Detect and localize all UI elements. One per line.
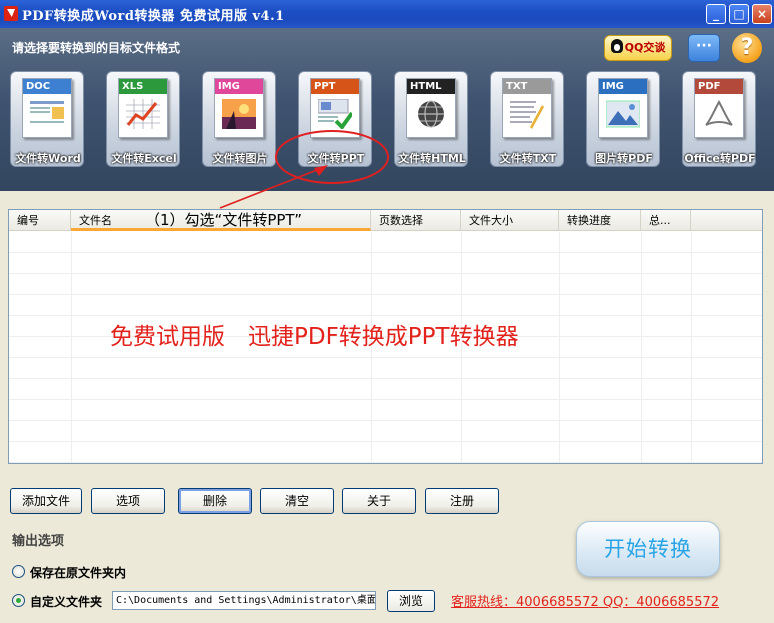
format-img-button[interactable]: IMG 文件转图片 (202, 71, 276, 167)
help-icon[interactable]: ? (732, 33, 762, 63)
html-file-icon: HTML (406, 78, 456, 138)
column-header-file-size[interactable]: 文件大小 (461, 210, 559, 231)
column-header-progress[interactable]: 转换进度 (559, 210, 641, 231)
close-button[interactable]: × (752, 4, 772, 24)
file-list-header: 编号 文件名 页数选择 文件大小 转换进度 总... (9, 210, 762, 231)
output-path-field[interactable]: C:\Documents and Settings\Administrator\… (112, 591, 376, 610)
format-office-to-pdf-caption: Office转PDF (684, 152, 756, 165)
format-doc-button[interactable]: DOC 文件转Word (10, 71, 84, 167)
start-convert-button[interactable]: 开始转换 (576, 521, 720, 577)
trial-watermark: 免费试用版 迅捷PDF转换成PPT转换器 (110, 324, 519, 350)
maximize-button[interactable]: □ (729, 4, 749, 24)
format-doc-caption: 文件转Word (15, 152, 81, 165)
title-bar: PDF转换成Word转换器 免费试用版 v4.1 _ □ × (0, 0, 774, 28)
format-html-caption: 文件转HTML (398, 152, 466, 165)
format-img-to-pdf-button[interactable]: IMG 图片转PDF (586, 71, 660, 167)
image-file-icon: IMG (598, 78, 648, 138)
annotation-text: （1）勾选“文件转PPT” (145, 211, 303, 229)
format-xls-caption: 文件转Excel (111, 152, 177, 165)
output-options-label: 输出选项 (12, 534, 65, 549)
delete-button[interactable]: 删除 (178, 488, 252, 514)
txt-file-icon: TXT (502, 78, 552, 138)
qq-chat-label: QQ交谈 (624, 41, 666, 54)
qq-chat-button[interactable]: QQ交谈 (604, 35, 672, 61)
add-files-button[interactable]: 添加文件 (10, 488, 82, 514)
radio-save-original-folder-label[interactable]: 保存在原文件夹内 (30, 564, 126, 581)
radio-save-original-folder[interactable] (12, 565, 25, 578)
format-prompt: 请选择要转换到的目标文件格式 (12, 41, 181, 55)
support-hotline-link[interactable]: 客服热线：4006685572 QQ：4006685572 (451, 591, 719, 610)
chat-bubble-icon[interactable]: ··· (688, 34, 720, 62)
format-panel: 请选择要转换到的目标文件格式 QQ交谈 ··· ? DOC 文件转Word XL… (0, 28, 774, 191)
column-header-total[interactable]: 总... (641, 210, 691, 231)
format-xls-button[interactable]: XLS 文件转Excel (106, 71, 180, 167)
penguin-icon (610, 39, 623, 53)
format-txt-button[interactable]: TXT 文件转TXT (490, 71, 564, 167)
app-icon (4, 6, 18, 21)
doc-file-icon: DOC (22, 78, 72, 138)
window-title: PDF转换成Word转换器 免费试用版 v4.1 (22, 9, 285, 24)
minimize-button[interactable]: _ (706, 4, 726, 24)
about-button[interactable]: 关于 (342, 488, 416, 514)
format-txt-caption: 文件转TXT (499, 152, 557, 165)
format-office-to-pdf-button[interactable]: PDF Office转PDF (682, 71, 756, 167)
format-html-button[interactable]: HTML 文件转HTML (394, 71, 468, 167)
register-button[interactable]: 注册 (425, 488, 499, 514)
column-header-page-select[interactable]: 页数选择 (371, 210, 461, 231)
clear-button[interactable]: 清空 (260, 488, 334, 514)
radio-custom-folder-label[interactable]: 自定义文件夹 (30, 593, 102, 610)
ppt-file-icon: PPT (310, 78, 360, 138)
radio-custom-folder[interactable] (12, 594, 25, 607)
browse-button[interactable]: 浏览 (387, 590, 435, 612)
options-button[interactable]: 选项 (91, 488, 165, 514)
xls-file-icon: XLS (118, 78, 168, 138)
format-img-to-pdf-caption: 图片转PDF (595, 152, 653, 165)
img-file-icon: IMG (214, 78, 264, 138)
pdf-file-icon: PDF (694, 78, 744, 138)
column-header-index[interactable]: 编号 (9, 210, 71, 231)
